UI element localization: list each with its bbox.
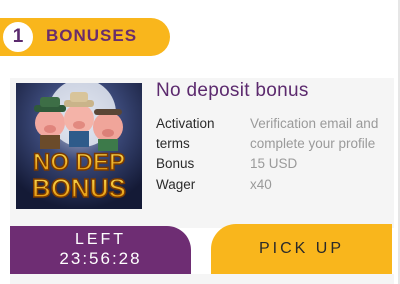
bonus-card: 1 BONUSES NO DEP BONUS No deposit bonus … — [0, 0, 400, 284]
step-number-badge: 1 — [0, 19, 36, 55]
svg-text:NO DEP: NO DEP — [33, 149, 125, 176]
activation-terms-value-line1: Verification email and — [250, 116, 379, 131]
activation-terms-label-line2: terms — [156, 136, 190, 151]
countdown-timer: LEFT 23:56:28 — [10, 226, 191, 274]
bonus-amount-value: 15 USD — [250, 156, 298, 171]
panel-bottom-strip — [10, 274, 394, 284]
timer-value: 23:56:28 — [59, 249, 142, 268]
timer-label: LEFT — [74, 231, 127, 248]
bonus-image: NO DEP BONUS — [16, 83, 142, 209]
pick-up-button[interactable]: PICK UP — [211, 224, 392, 274]
svg-text:BONUS: BONUS — [32, 173, 126, 203]
wager-value: x40 — [250, 177, 272, 192]
activation-terms-value-line2: complete your profile — [250, 136, 376, 151]
bonus-amount-label: Bonus — [156, 156, 195, 171]
wager-label: Wager — [156, 177, 196, 192]
bonus-title: No deposit bonus — [156, 80, 309, 101]
activation-terms-label-line1: Activation — [156, 116, 215, 131]
section-title: BONUSES — [46, 26, 138, 45]
